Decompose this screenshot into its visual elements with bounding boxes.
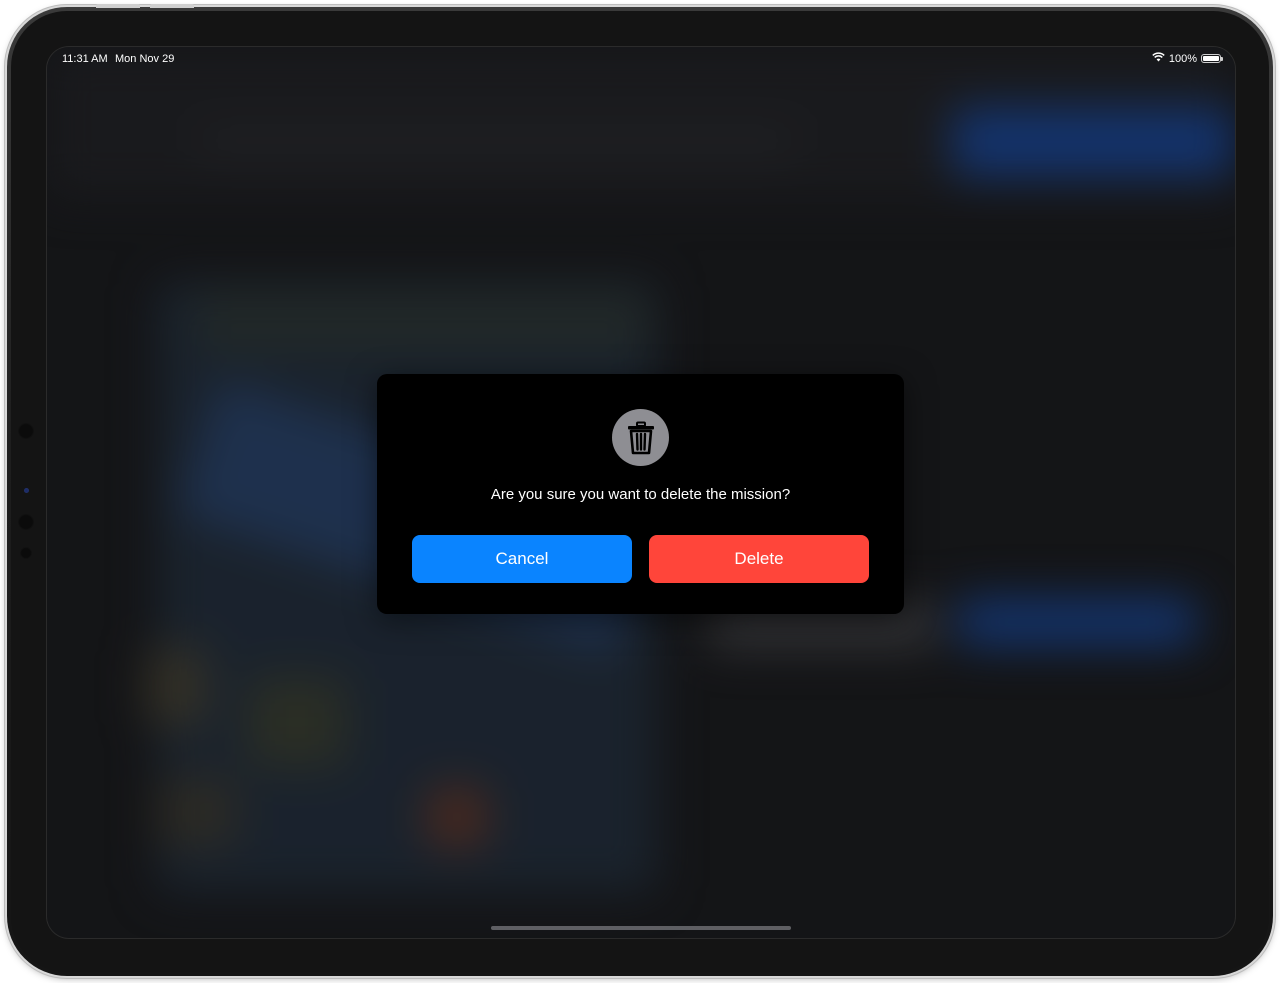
home-indicator[interactable] — [491, 926, 791, 930]
status-bar: 11:31 AM Mon Nov 29 100% — [47, 47, 1235, 71]
battery-fill — [1203, 56, 1219, 61]
side-sensor-dot-3 — [18, 514, 34, 530]
delete-confirmation-dialog: Are you sure you want to delete the miss… — [377, 374, 904, 614]
status-time: 11:31 AM — [62, 53, 108, 65]
cancel-button[interactable]: Cancel — [412, 535, 632, 583]
delete-button[interactable]: Delete — [649, 535, 869, 583]
status-date: Mon Nov 29 — [115, 53, 175, 65]
side-sensor-dot-4 — [20, 547, 32, 559]
side-sensor-dot-1 — [18, 423, 34, 439]
battery-percent: 100% — [1168, 52, 1197, 65]
status-indicators: 100% — [1152, 52, 1223, 65]
dialog-message: Are you sure you want to delete the miss… — [490, 486, 791, 503]
top-button-2 — [150, 4, 194, 8]
battery-cap — [1221, 57, 1223, 61]
trash-icon — [612, 409, 669, 466]
side-sensor-dot-2 — [24, 488, 29, 493]
screen: 11:31 AM Mon Nov 29 100% Are you sure yo… — [47, 47, 1235, 938]
top-button-1 — [96, 4, 140, 8]
wifi-icon — [1152, 52, 1165, 65]
battery-icon — [1201, 54, 1223, 63]
